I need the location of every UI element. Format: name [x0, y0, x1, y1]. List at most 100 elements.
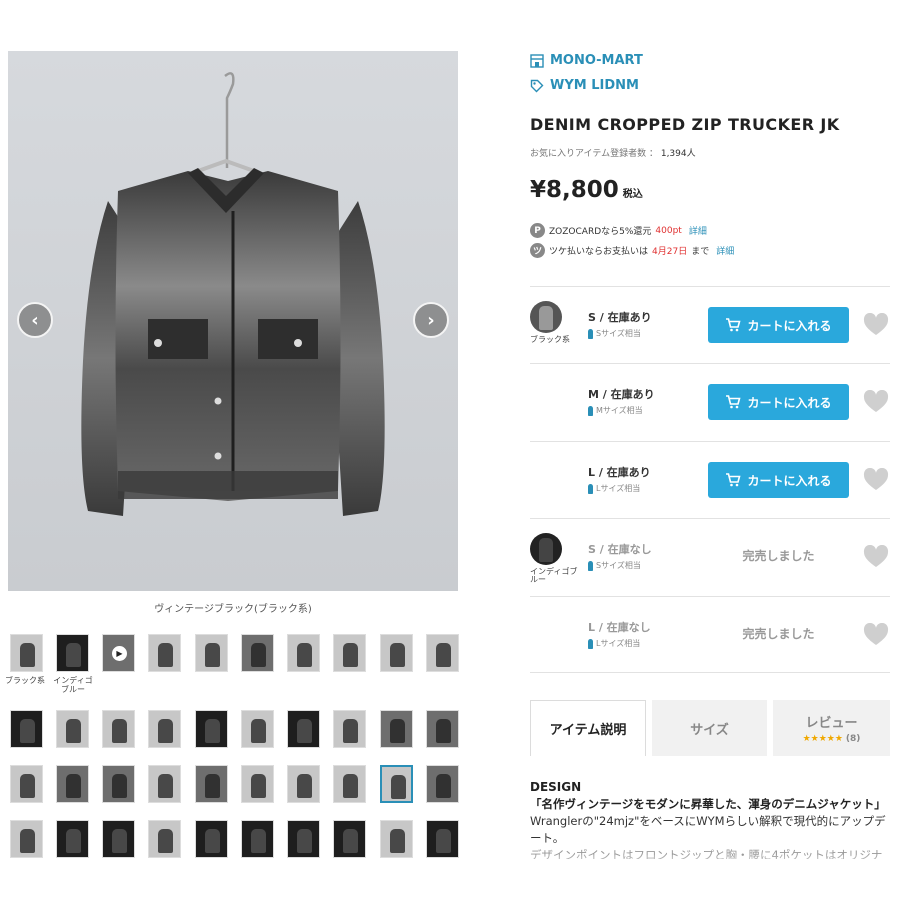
favorite-count-label: お気に入りアイテム登録者数 ：	[530, 149, 658, 159]
size-fit-text: Mサイズ相当	[596, 406, 643, 415]
thumbnail[interactable]	[56, 765, 89, 803]
promo-highlight: 400pt	[655, 225, 682, 236]
thumbnail[interactable]	[148, 634, 181, 672]
thumbnail[interactable]	[241, 820, 274, 858]
add-to-cart-button[interactable]: カートに入れる	[708, 384, 849, 420]
review-count: (8)	[845, 734, 861, 744]
heart-icon[interactable]	[863, 390, 889, 414]
heart-icon[interactable]	[863, 313, 889, 337]
size-fit: Lサイズ相当	[588, 483, 640, 494]
heart-icon[interactable]	[863, 545, 889, 569]
thumbnail[interactable]	[426, 710, 459, 748]
brand-link[interactable]: WYM LIDNM	[530, 78, 639, 93]
thumbnail[interactable]	[241, 634, 274, 672]
heart-icon[interactable]	[863, 468, 889, 492]
sold-out-label: 完売しました	[742, 549, 815, 563]
rating-stars: ★★★★★ (8)	[803, 734, 861, 744]
product-main-image[interactable]	[8, 51, 458, 591]
thumbnail[interactable]	[426, 634, 459, 672]
cart-icon	[726, 473, 742, 487]
thumbnail[interactable]	[380, 820, 413, 858]
promo-detail-link[interactable]: 詳細	[716, 244, 734, 257]
thumbnail[interactable]	[333, 765, 366, 803]
description-lead: 「名作ヴィンテージをモダンに昇華した、渾身のデニムジャケット」	[530, 797, 886, 811]
heart-icon[interactable]	[863, 623, 889, 647]
thumbnail[interactable]	[241, 710, 274, 748]
thumbnail[interactable]	[56, 820, 89, 858]
sku-row: L / 在庫なし Lサイズ相当 完売しました	[530, 596, 890, 673]
thumbnail[interactable]	[333, 820, 366, 858]
sku-row: L / 在庫あり Lサイズ相当 カートに入れる	[530, 441, 890, 518]
sold-out-label: 完売しました	[742, 627, 815, 641]
brand-name: WYM LIDNM	[550, 78, 639, 93]
thumbnail[interactable]	[56, 634, 89, 672]
thumbnail[interactable]	[380, 710, 413, 748]
thumbnail[interactable]	[102, 710, 135, 748]
tab-review[interactable]: レビュー ★★★★★ (8)	[773, 700, 890, 756]
thumbnail[interactable]	[195, 765, 228, 803]
thumbnail[interactable]	[287, 710, 320, 748]
thumbnail[interactable]	[426, 765, 459, 803]
thumbnail-video[interactable]: ▶	[102, 634, 135, 672]
tab-description-label: アイテム説明	[549, 723, 627, 738]
thumbnail[interactable]	[287, 820, 320, 858]
color-swatch[interactable]	[530, 533, 562, 565]
tab-size[interactable]: サイズ	[652, 700, 767, 756]
store-icon	[530, 53, 544, 68]
size-stock: L / 在庫なし	[588, 621, 651, 634]
cart-icon	[726, 318, 742, 332]
tag-icon	[530, 79, 544, 92]
thumbnail[interactable]	[195, 710, 228, 748]
size-fit: Sサイズ相当	[588, 560, 641, 571]
info-tabs: アイテム説明 サイズ レビュー ★★★★★ (8)	[530, 700, 890, 756]
image-prev-button[interactable]: ‹	[17, 302, 53, 338]
zozocard-promo: P ZOZOCARDなら5%還元 400pt 詳細	[530, 223, 707, 238]
promo-detail-link[interactable]: 詳細	[689, 224, 707, 237]
thumbnail[interactable]	[102, 765, 135, 803]
sku-row: M / 在庫あり Mサイズ相当 カートに入れる	[530, 363, 890, 440]
thumbnail[interactable]	[333, 634, 366, 672]
thumbnail[interactable]	[287, 634, 320, 672]
size-fit: Lサイズ相当	[588, 638, 640, 649]
thumbnail[interactable]	[56, 710, 89, 748]
thumbnail[interactable]	[148, 820, 181, 858]
tsukebarai-icon: ツ	[530, 243, 545, 258]
thumbnail[interactable]	[195, 820, 228, 858]
description-fade	[530, 855, 890, 873]
thumb-color-label: インディゴブルー	[53, 676, 93, 694]
shop-name: MONO-MART	[550, 53, 643, 68]
shop-link[interactable]: MONO-MART	[530, 53, 643, 68]
thumbnail[interactable]	[10, 820, 43, 858]
thumbnail-selected[interactable]	[380, 765, 413, 803]
image-next-button[interactable]: ›	[413, 302, 449, 338]
tsuke-promo: ツ ツケ払いならお支払いは 4月27日 まで 詳細	[530, 243, 734, 258]
play-icon: ▶	[112, 646, 127, 661]
thumbnail[interactable]	[102, 820, 135, 858]
promo-text: ツケ払いならお支払いは	[549, 247, 649, 257]
thumbnail[interactable]	[148, 765, 181, 803]
person-icon	[588, 560, 593, 571]
item-description: DESIGN 「名作ヴィンテージをモダンに昇華した、渾身のデニムジャケット」 W…	[530, 780, 890, 859]
size-fit-text: Sサイズ相当	[596, 329, 641, 338]
add-to-cart-button[interactable]: カートに入れる	[708, 307, 849, 343]
thumbnail[interactable]	[380, 634, 413, 672]
promo-text: ZOZOCARDなら5%還元	[549, 227, 652, 237]
thumbnail[interactable]	[10, 634, 43, 672]
thumbnail[interactable]	[148, 710, 181, 748]
size-stock: S / 在庫あり	[588, 311, 652, 324]
thumbnail[interactable]	[333, 710, 366, 748]
sku-row: ブラック系 S / 在庫あり Sサイズ相当 カートに入れる	[530, 286, 890, 363]
thumbnail[interactable]	[241, 765, 274, 803]
add-to-cart-label: カートに入れる	[747, 395, 832, 410]
color-swatch[interactable]	[530, 301, 562, 333]
promo-highlight: 4月27日	[652, 247, 688, 257]
thumbnail[interactable]	[10, 710, 43, 748]
size-stock: S / 在庫なし	[588, 543, 652, 556]
size-fit: Mサイズ相当	[588, 405, 643, 416]
thumbnail[interactable]	[426, 820, 459, 858]
thumbnail[interactable]	[195, 634, 228, 672]
add-to-cart-button[interactable]: カートに入れる	[708, 462, 849, 498]
thumbnail[interactable]	[287, 765, 320, 803]
tab-description[interactable]: アイテム説明	[530, 700, 646, 756]
thumbnail[interactable]	[10, 765, 43, 803]
